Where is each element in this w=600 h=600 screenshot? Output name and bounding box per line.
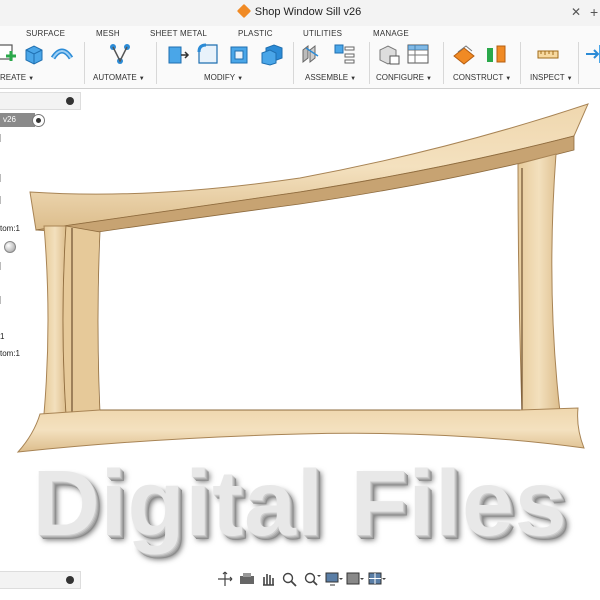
group-automate-label[interactable]: AUTOMATE ▼ [93, 73, 145, 82]
group-configure-label[interactable]: CONFIGURE ▼ [376, 73, 432, 82]
tree-line [0, 262, 5, 270]
browser-item[interactable]: tom:1 [0, 349, 20, 358]
midplane-icon[interactable] [484, 42, 508, 66]
browser-pin-icon[interactable] [66, 97, 74, 105]
tab-sheet-metal[interactable]: SHEET METAL [150, 29, 207, 38]
tab-manage[interactable]: MANAGE [373, 29, 409, 38]
automate-icon[interactable] [108, 42, 132, 66]
group-inspect-label[interactable]: INSPECT ▼ [530, 73, 573, 82]
group-modify-label[interactable]: MODIFY ▼ [204, 73, 243, 82]
browser-item[interactable]: tom:1 [0, 224, 20, 233]
group-construct-label[interactable]: CONSTRUCT ▼ [453, 73, 511, 82]
offset-plane-icon[interactable] [452, 42, 476, 66]
document-title: Shop Window Sill v26 [254, 6, 362, 18]
group-assemble-label[interactable]: ASSEMBLE ▼ [305, 73, 356, 82]
divider [369, 42, 370, 84]
headline-overlay: Digital Files [32, 451, 568, 555]
divider [443, 42, 444, 84]
tab-utilities[interactable]: UTILITIES [303, 29, 342, 38]
grid-snaps-icon[interactable] [346, 571, 365, 587]
divider [293, 42, 294, 84]
frame-left-stile-inner [62, 225, 101, 415]
browser-panel-header[interactable] [0, 92, 81, 110]
press-pull-icon[interactable] [166, 42, 190, 66]
bill-of-materials-icon[interactable] [332, 42, 356, 66]
active-component-radio[interactable] [32, 114, 45, 127]
divider [578, 42, 579, 84]
tree-line [0, 296, 5, 304]
visibility-bulb-icon[interactable] [4, 241, 16, 253]
tree-line [0, 196, 5, 204]
document-title-area: Shop Window Sill v26 [0, 3, 600, 19]
divider [84, 42, 85, 84]
comments-panel-header[interactable] [0, 571, 81, 589]
new-tab-icon[interactable]: + [590, 4, 598, 20]
pan-hand-icon[interactable] [259, 571, 277, 587]
shell-icon[interactable] [228, 42, 252, 66]
measure-icon[interactable] [536, 42, 560, 66]
document-icon [236, 3, 251, 19]
create-sweep-icon[interactable] [50, 42, 74, 66]
tree-line [0, 134, 5, 142]
divider [520, 42, 521, 84]
create-box-icon[interactable] [22, 42, 46, 66]
tab-surface[interactable]: SURFACE [26, 29, 65, 38]
tab-plastic[interactable]: PLASTIC [238, 29, 273, 38]
configure-icon[interactable] [376, 42, 400, 66]
browser-root-node[interactable]: v26 [0, 113, 35, 127]
fillet-icon[interactable] [196, 42, 220, 66]
look-at-icon[interactable] [238, 571, 256, 587]
tab-mesh[interactable]: MESH [96, 29, 120, 38]
insert-icon[interactable] [584, 42, 600, 66]
configuration-table-icon[interactable] [406, 42, 430, 66]
group-create-label[interactable]: REATE ▼ [0, 73, 34, 82]
comments-pin-icon[interactable] [66, 576, 74, 584]
viewports-icon[interactable] [368, 571, 386, 587]
divider [156, 42, 157, 84]
browser-item[interactable]: 1 [0, 332, 4, 341]
close-tab-icon[interactable]: ✕ [571, 5, 581, 19]
title-bar: Shop Window Sill v26 ✕ + [0, 0, 600, 27]
create-sketch-icon[interactable] [0, 42, 20, 66]
tree-line [0, 174, 5, 182]
orbit-icon[interactable] [216, 571, 234, 587]
zoom-window-icon[interactable] [303, 571, 321, 587]
display-settings-icon[interactable] [325, 571, 343, 587]
joint-icon[interactable] [300, 42, 324, 66]
combine-icon[interactable] [260, 42, 284, 66]
zoom-icon[interactable] [281, 571, 299, 587]
navigation-bar [212, 569, 390, 589]
frame-right-stile[interactable] [517, 153, 561, 413]
frame-bottom-rail[interactable] [16, 407, 585, 453]
toolbar-ribbon: SURFACE MESH SHEET METAL PLASTIC UTILITI… [0, 26, 600, 89]
